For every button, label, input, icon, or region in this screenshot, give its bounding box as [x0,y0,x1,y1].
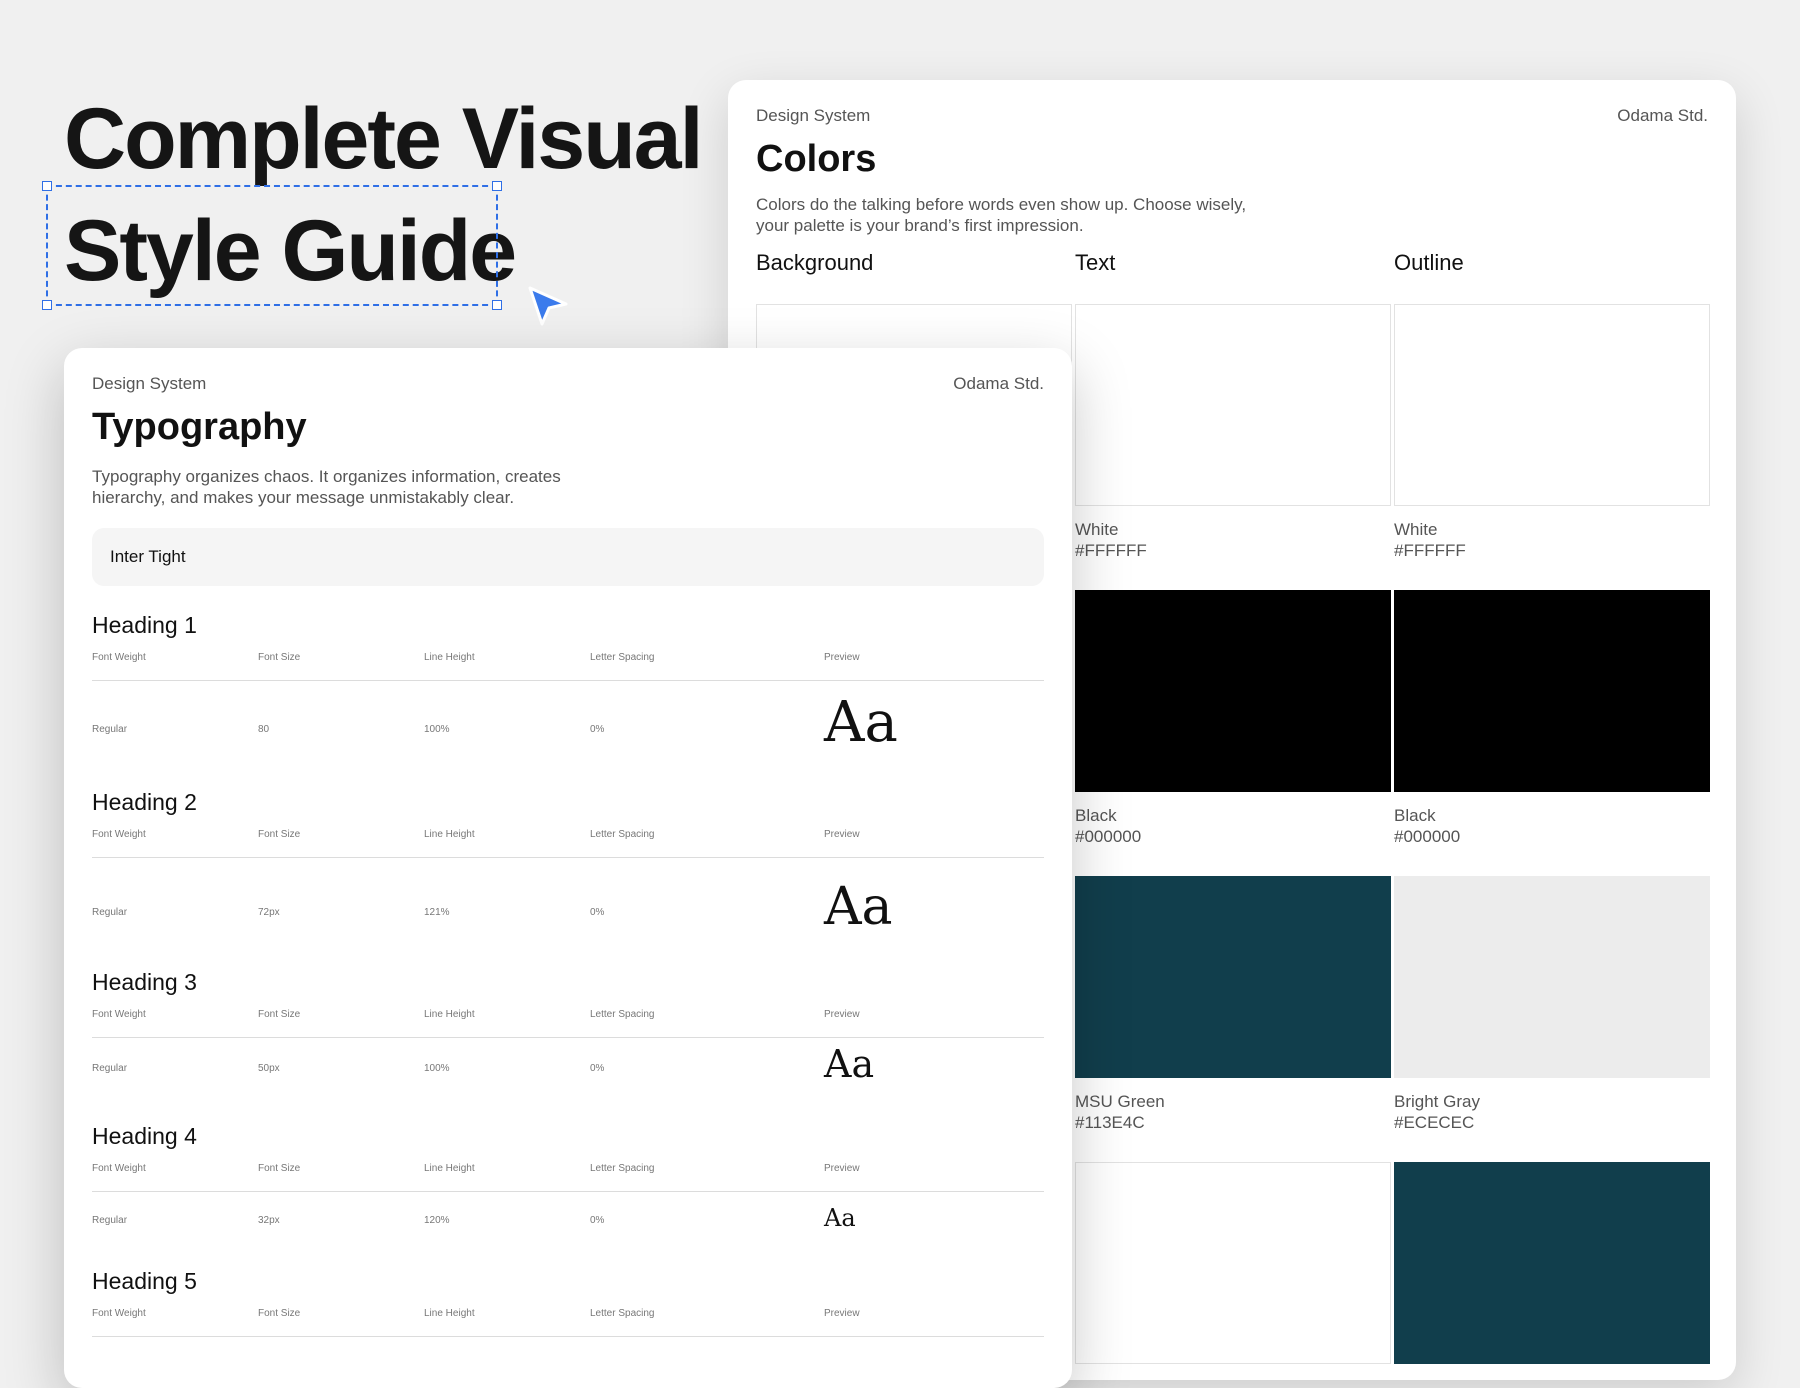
swatch-hex: #FFFFFF [1394,541,1466,560]
colors-title: Colors [756,138,877,180]
swatch-name: Bright Gray [1394,1092,1480,1111]
color-swatch[interactable] [1394,1162,1710,1364]
spec-column-label: Font Weight [92,1163,146,1174]
spec-column-label: Letter Spacing [590,1308,655,1319]
font-preview: Aa [824,690,898,756]
spec-column-label: Preview [824,652,860,663]
spec-value: 120% [424,1215,450,1226]
spec-column-label: Font Size [258,1163,301,1174]
spec-value: 100% [424,724,450,735]
swatch-name: Black [1394,806,1436,825]
spec-column-label: Font Size [258,829,301,840]
spec-column-label: Font Size [258,1308,301,1319]
spec-value: 80 [258,724,270,735]
spec-column-label: Line Height [424,652,475,663]
spec-column-label: Preview [824,1163,860,1174]
color-swatch[interactable] [1075,876,1391,1078]
color-swatch[interactable] [1394,590,1710,792]
font-preview: Aa [824,876,893,937]
swatch-name: White [1394,520,1438,539]
spec-column-label: Font Weight [92,829,146,840]
spec-value: 0% [590,907,605,918]
spec-value: 0% [590,724,605,735]
spec-column-label: Letter Spacing [590,1163,655,1174]
spec-value: 32px [258,1215,280,1226]
spec-value: 0% [590,1215,605,1226]
heading-spec-title: Heading 5 [92,1268,197,1294]
divider [92,1191,1044,1192]
color-swatch[interactable] [1394,304,1710,506]
swatch-hex: #113E4C [1075,1113,1145,1132]
font-preview: Aa [824,1042,875,1087]
column-heading-background: Background [756,250,874,275]
font-preview: Aa [824,1204,856,1233]
divider [92,1037,1044,1038]
spec-value: 72px [258,907,280,918]
text-selection-box[interactable] [42,181,502,310]
spec-column-label: Letter Spacing [590,829,655,840]
color-swatch[interactable] [1075,304,1391,506]
column-heading-outline: Outline [1394,250,1464,275]
swatch-name: Black [1075,806,1117,825]
spec-value: Regular [92,1063,128,1074]
design-system-label: Design System [92,374,207,393]
spec-column-label: Line Height [424,1163,475,1174]
divider [92,680,1044,681]
resize-handle-bottom-right[interactable] [492,300,502,310]
swatch-hex: #000000 [1075,827,1142,846]
spec-column-label: Line Height [424,829,475,840]
spec-value: Regular [92,907,128,918]
brand-label: Odama Std. [1617,106,1708,125]
design-system-label: Design System [756,106,871,125]
hero-title-line-1: Complete Visual [64,91,704,187]
spec-column-label: Line Height [424,1009,475,1020]
spec-column-label: Font Size [258,1009,301,1020]
spec-column-label: Letter Spacing [590,652,655,663]
brand-label: Odama Std. [953,374,1044,393]
divider [92,857,1044,858]
typography-title: Typography [92,406,307,448]
spec-column-label: Preview [824,829,860,840]
spec-column-label: Font Weight [92,1009,146,1020]
resize-handle-top-left[interactable] [42,181,52,191]
pointer-cursor-icon [528,286,568,326]
color-swatch[interactable] [1394,876,1710,1078]
spec-column-label: Line Height [424,1308,475,1319]
spec-value: Regular [92,724,128,735]
swatch-hex: #FFFFFF [1075,541,1147,560]
spec-value: 121% [424,907,450,918]
heading-spec-title: Heading 1 [92,612,197,638]
spec-column-label: Font Size [258,652,301,663]
resize-handle-bottom-left[interactable] [42,300,52,310]
heading-spec-title: Heading 4 [92,1123,197,1149]
spec-column-label: Font Weight [92,652,146,663]
spec-value: 100% [424,1063,450,1074]
swatch-name: MSU Green [1075,1092,1165,1111]
spec-column-label: Letter Spacing [590,1009,655,1020]
spec-column-label: Preview [824,1009,860,1020]
colors-description: Colors do the talking before words even … [756,195,1247,235]
font-family-name: Inter Tight [110,547,186,566]
heading-spec-title: Heading 3 [92,969,197,995]
divider [92,1336,1044,1337]
heading-spec-title: Heading 2 [92,789,197,815]
swatch-name: White [1075,520,1119,539]
swatch-hex: #000000 [1394,827,1461,846]
spec-column-label: Preview [824,1308,860,1319]
spec-column-label: Font Weight [92,1308,146,1319]
typography-description: Typography organizes chaos. It organizes… [92,467,561,507]
typography-card: Design System Odama Std. Typography Typo… [64,348,1072,1388]
color-swatch[interactable] [1075,1162,1391,1364]
resize-handle-top-right[interactable] [492,181,502,191]
font-family-selector[interactable]: Inter Tight [92,528,1044,586]
color-swatch[interactable] [1075,590,1391,792]
column-heading-text: Text [1075,250,1116,275]
spec-value: 0% [590,1063,605,1074]
spec-value: Regular [92,1215,128,1226]
spec-value: 50px [258,1063,280,1074]
swatch-hex: #ECECEC [1394,1113,1475,1132]
